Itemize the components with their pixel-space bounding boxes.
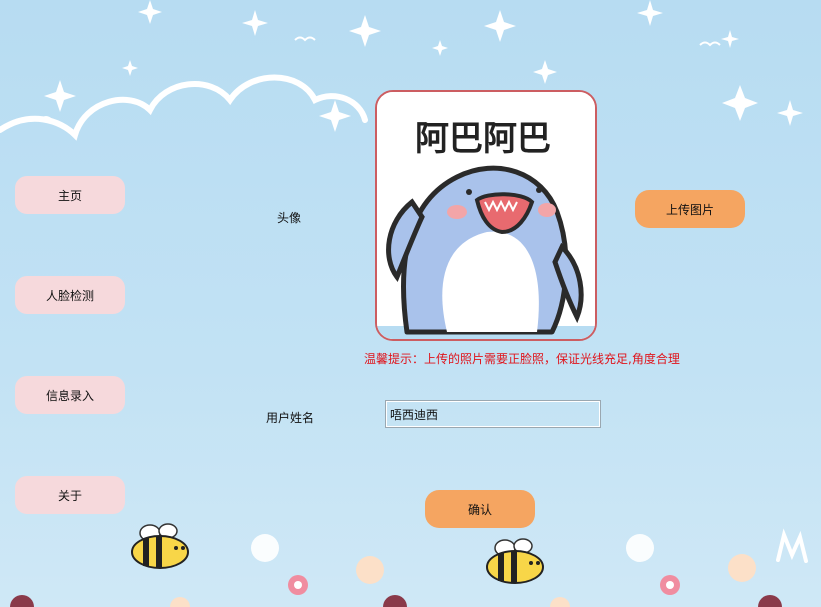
nav-home-button[interactable]: 主页 xyxy=(15,176,125,214)
username-label: 用户姓名 xyxy=(266,411,315,425)
cloud-outline xyxy=(0,74,368,141)
nav-about-button[interactable]: 关于 xyxy=(15,476,125,514)
avatar-label: 头像 xyxy=(277,211,302,225)
avatar-image: 阿巴阿巴 xyxy=(377,92,595,339)
nav-info-entry-button[interactable]: 信息录入 xyxy=(15,376,125,414)
avatar-preview: 阿巴阿巴 xyxy=(375,90,597,341)
bee-left xyxy=(131,523,189,569)
flowers xyxy=(10,534,782,607)
upload-image-button[interactable]: 上传图片 xyxy=(635,190,745,228)
nav-face-detect-button[interactable]: 人脸检测 xyxy=(15,276,125,314)
avatar-caption: 阿巴阿巴 xyxy=(415,119,551,159)
username-input[interactable] xyxy=(385,400,601,428)
confirm-button[interactable]: 确认 xyxy=(425,490,535,528)
upload-hint-text: 温馨提示：上传的照片需要正脸照，保证光线充足,角度合理 xyxy=(364,352,680,366)
bee-right xyxy=(486,538,544,584)
